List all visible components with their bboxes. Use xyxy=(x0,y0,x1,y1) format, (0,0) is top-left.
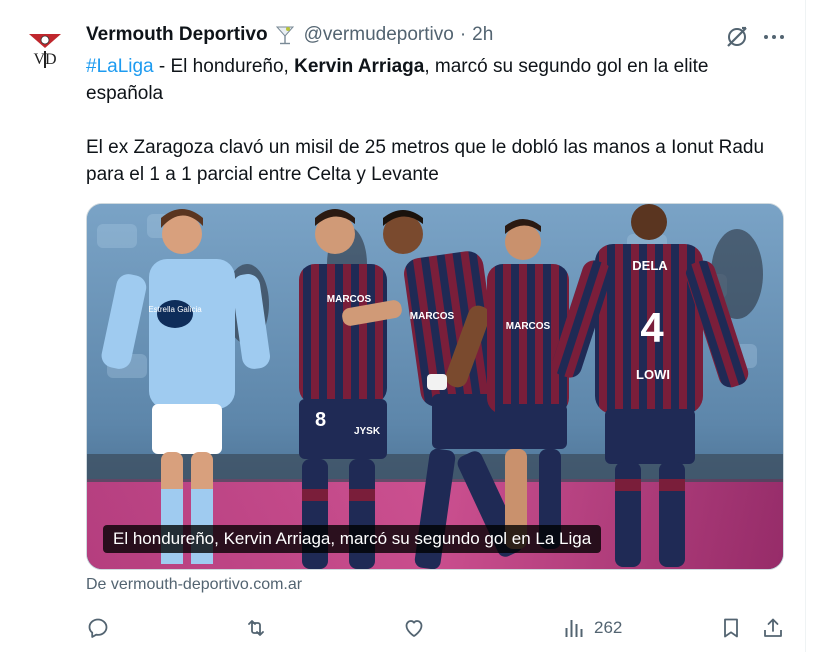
reply-button[interactable] xyxy=(86,614,110,642)
retweet-icon xyxy=(248,620,264,636)
separator-dot: · xyxy=(459,24,467,45)
bookmark-button[interactable] xyxy=(719,614,743,642)
share-icon xyxy=(764,618,782,637)
text-segment: - El hondureño, xyxy=(153,56,295,77)
like-icon xyxy=(405,620,423,637)
tweet-paragraph-2: El ex Zaragoza clavó un misil de 25 metr… xyxy=(86,137,765,185)
views-count: 262 xyxy=(594,618,623,637)
author-name[interactable]: Vermouth Deportivo xyxy=(86,24,268,46)
tweet-text: #LaLiga - El hondureño, Kervin Arriaga, … xyxy=(86,53,776,188)
timeline-border xyxy=(805,0,806,652)
grok-icon[interactable] xyxy=(724,24,750,50)
cocktail-glass-icon xyxy=(275,26,294,45)
football-photo: Estrella Galicia MARCOS 8 JYSK MARCOS MA… xyxy=(87,204,783,569)
tweet-paragraph-1: #LaLiga - El hondureño, Kervin Arriaga, … xyxy=(86,53,776,107)
vd-logo-icon: VD xyxy=(29,34,61,68)
shirt-text: MARCOS xyxy=(410,311,455,322)
shirt-text: JYSK xyxy=(354,426,381,437)
shirt-text: MARCOS xyxy=(327,294,372,305)
tweet-time[interactable]: 2h xyxy=(472,24,493,46)
shirt-text: 8 xyxy=(315,409,326,431)
link-source[interactable]: De vermouth-deportivo.com.ar xyxy=(86,576,302,594)
shirt-text: LOWI xyxy=(636,367,670,382)
hashtag-link[interactable]: #LaLiga xyxy=(86,56,154,77)
reply-icon xyxy=(88,618,108,638)
shirt-text: MARCOS xyxy=(506,321,551,332)
bold-name: Kervin Arriaga xyxy=(294,56,425,77)
shirt-text: 4 xyxy=(640,304,664,351)
shirt-text: DELA xyxy=(632,258,668,273)
views-icon xyxy=(565,620,583,637)
share-button[interactable] xyxy=(761,614,785,642)
media-caption: El hondureño, Kervin Arriaga, marcó su s… xyxy=(103,525,602,553)
views-button[interactable]: 262 xyxy=(562,614,622,642)
shirt-text: Estrella Galicia xyxy=(148,305,202,314)
more-options-icon[interactable] xyxy=(761,24,787,50)
tweet-media[interactable]: Estrella Galicia MARCOS 8 JYSK MARCOS MA… xyxy=(86,203,784,570)
tweet-header: Vermouth Deportivo @vermudeportivo · 2h xyxy=(86,22,493,48)
author-handle[interactable]: @vermudeportivo xyxy=(304,24,454,46)
bookmark-icon xyxy=(724,618,738,638)
retweet-button[interactable] xyxy=(244,614,268,642)
like-button[interactable] xyxy=(402,614,426,642)
author-avatar[interactable]: VD xyxy=(22,26,68,72)
